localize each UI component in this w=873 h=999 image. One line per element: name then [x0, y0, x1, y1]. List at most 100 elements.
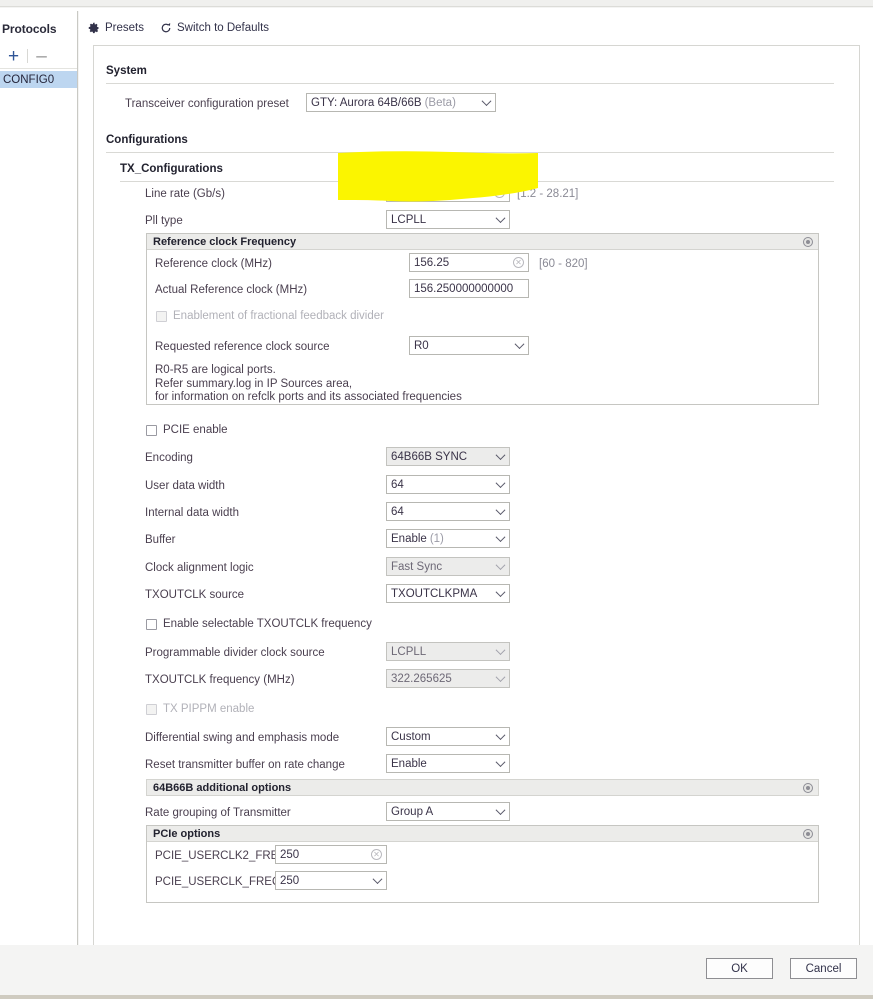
pcie-userclk-freq-select[interactable]: 250	[275, 871, 387, 890]
chevron-down-icon	[496, 532, 506, 542]
encoding-select[interactable]: 64B66B SYNC	[386, 447, 510, 466]
pcie-options-header: PCIe options	[147, 826, 818, 842]
chevron-down-icon	[496, 672, 506, 682]
reference-clock-input[interactable]: 156.25 ✕	[409, 253, 529, 272]
cancel-button[interactable]: Cancel	[790, 958, 857, 979]
pcie-options-group: PCIe options PCIE_USERCLK2_FREQ 250 ✕ PC…	[146, 825, 819, 903]
pcie-enable-checkbox-row[interactable]: PCIE enable	[146, 424, 228, 436]
config-panel: System Transceiver configuration preset …	[93, 45, 860, 952]
transceiver-preset-suffix: (Beta)	[425, 97, 456, 109]
rate-grouping-value: Group A	[391, 806, 433, 818]
configurations-divider	[106, 152, 834, 153]
tx-configurations-title: TX_Configurations	[120, 163, 223, 175]
chevron-down-icon	[496, 450, 506, 460]
line-rate-value: 25	[391, 187, 404, 199]
tx-pippm-checkbox-row: TX PIPPM enable	[146, 703, 254, 715]
reset-tx-buffer-select[interactable]: Enable	[386, 754, 510, 773]
pll-type-select[interactable]: LCPLL	[386, 210, 510, 229]
clear-icon[interactable]: ✕	[371, 849, 382, 860]
checkbox-icon	[156, 311, 167, 322]
ok-label: OK	[731, 963, 748, 975]
additional-options-header: 64B66B additional options	[146, 779, 819, 796]
user-data-width-select[interactable]: 64	[386, 475, 510, 494]
pcie-userclk2-freq-input[interactable]: 250 ✕	[275, 845, 387, 864]
pcie-userclk-freq-value: 250	[280, 875, 299, 887]
pcie-enable-label: PCIE enable	[163, 424, 228, 436]
sidebar-item-label: CONFIG0	[3, 74, 54, 86]
internal-data-width-select[interactable]: 64	[386, 502, 510, 521]
txoutclk-frequency-label: TXOUTCLK frequency (MHz)	[145, 674, 295, 686]
encoding-value: 64B66B SYNC	[391, 451, 467, 463]
internal-data-width-value: 64	[391, 506, 404, 518]
reset-tx-buffer-value: Enable	[391, 758, 427, 770]
buffer-label: Buffer	[145, 534, 175, 546]
sidebar-item-config0[interactable]: CONFIG0	[0, 71, 77, 88]
encoding-label: Encoding	[145, 452, 193, 464]
chevron-down-icon	[515, 339, 525, 349]
transceiver-preset-select[interactable]: GTY: Aurora 64B/66B (Beta)	[306, 93, 496, 112]
chevron-down-icon	[496, 505, 506, 515]
line-rate-label: Line rate (Gb/s)	[145, 188, 225, 200]
line-rate-input[interactable]: 25 ✕	[386, 183, 510, 202]
clear-icon[interactable]: ✕	[513, 257, 524, 268]
user-data-width-value: 64	[391, 479, 404, 491]
requested-refclk-source-value: R0	[414, 340, 429, 352]
window-bottom-strip	[0, 995, 873, 999]
ok-button[interactable]: OK	[706, 958, 773, 979]
presets-label: Presets	[105, 22, 144, 34]
pcie-userclk2-freq-value: 250	[280, 849, 299, 861]
checkbox-icon[interactable]	[146, 425, 157, 436]
presets-button[interactable]: Presets	[88, 22, 144, 34]
requested-refclk-source-select[interactable]: R0	[409, 336, 529, 355]
plus-icon: +	[8, 47, 19, 66]
reference-clock-label: Reference clock (MHz)	[155, 258, 272, 270]
chevron-down-icon	[496, 757, 506, 767]
pcie-userclk-freq-label: PCIE_USERCLK_FREQ	[155, 876, 281, 888]
diff-swing-value: Custom	[391, 731, 431, 743]
collapse-icon[interactable]	[803, 829, 813, 839]
chevron-down-icon	[496, 587, 506, 597]
clock-alignment-logic-label: Clock alignment logic	[145, 562, 254, 574]
reference-clock-range-hint: [60 - 820]	[539, 258, 588, 270]
configurations-section-title: Configurations	[106, 134, 188, 146]
chevron-down-icon	[482, 96, 492, 106]
reference-clock-group: Reference clock Frequency Reference cloc…	[146, 233, 819, 405]
system-divider	[106, 83, 834, 84]
programmable-divider-label: Programmable divider clock source	[145, 647, 325, 659]
add-protocol-button[interactable]: +	[0, 45, 27, 68]
rate-grouping-label: Rate grouping of Transmitter	[145, 807, 291, 819]
switch-to-defaults-button[interactable]: Switch to Defaults	[160, 22, 269, 34]
chevron-down-icon	[496, 213, 506, 223]
programmable-divider-select: LCPLL	[386, 642, 510, 661]
remove-protocol-button[interactable]: –	[28, 45, 55, 68]
enable-selectable-txoutclk-checkbox-row[interactable]: Enable selectable TXOUTCLK frequency	[146, 618, 372, 630]
txoutclk-source-value: TXOUTCLKPMA	[391, 588, 477, 600]
collapse-icon[interactable]	[803, 783, 813, 793]
fractional-divider-checkbox-row: Enablement of fractional feedback divide…	[156, 310, 384, 322]
chevron-down-icon	[496, 478, 506, 488]
transceiver-preset-label: Transceiver configuration preset	[125, 98, 289, 110]
txoutclk-frequency-select: 322.265625	[386, 669, 510, 688]
user-data-width-label: User data width	[145, 480, 225, 492]
clear-icon[interactable]: ✕	[494, 187, 505, 198]
clock-alignment-logic-value: Fast Sync	[391, 561, 442, 573]
pll-type-label: Pll type	[145, 215, 183, 227]
reference-clock-group-title: Reference clock Frequency	[147, 234, 818, 250]
diff-swing-label: Differential swing and emphasis mode	[145, 732, 339, 744]
system-section-title: System	[106, 65, 147, 77]
chevron-down-icon	[373, 874, 383, 884]
gear-icon	[88, 22, 100, 34]
txoutclk-source-select[interactable]: TXOUTCLKPMA	[386, 584, 510, 603]
rate-grouping-select[interactable]: Group A	[386, 802, 510, 821]
buffer-select[interactable]: Enable (1)	[386, 529, 510, 548]
additional-options-title: 64B66B additional options	[153, 782, 291, 794]
tx-configurations-divider	[120, 181, 834, 182]
sidebar-title: Protocols	[2, 22, 56, 36]
checkbox-icon[interactable]	[146, 619, 157, 630]
pcie-options-title: PCIe options	[153, 828, 220, 840]
tx-pippm-label: TX PIPPM enable	[163, 703, 254, 715]
collapse-icon[interactable]	[803, 237, 813, 247]
diff-swing-select[interactable]: Custom	[386, 727, 510, 746]
pll-type-value: LCPLL	[391, 214, 426, 226]
reset-tx-buffer-label: Reset transmitter buffer on rate change	[145, 759, 345, 771]
